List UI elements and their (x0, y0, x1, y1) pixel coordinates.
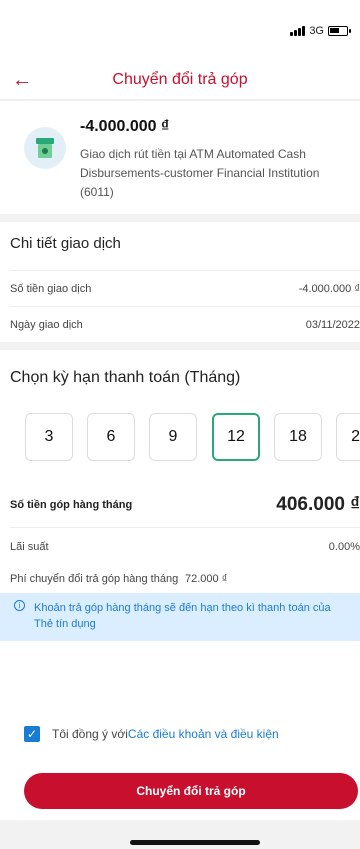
term-options: 3 6 9 12 18 24 (25, 413, 360, 461)
info-icon: i (14, 600, 25, 611)
home-indicator (130, 840, 260, 845)
transaction-description: Giao dịch rút tiền tại ATM Automated Cas… (80, 147, 320, 199)
signal-icon (290, 26, 306, 36)
interest-row: Lãi suất 0.00% (10, 527, 360, 565)
convert-installment-button[interactable]: Chuyển đổi trả góp (24, 773, 358, 809)
network-label: 3G (309, 25, 324, 37)
term-option-18[interactable]: 18 (274, 413, 322, 461)
transaction-summary: -4.000.000 ₫ Giao dịch rút tiền tại ATM … (0, 101, 360, 214)
top-app-bar: ← Chuyển đổi trả góp (0, 60, 360, 100)
checkmark-icon[interactable]: ✓ (24, 726, 40, 742)
term-title: Chọn kỳ hạn thanh toán (Tháng) (10, 369, 241, 386)
atm-icon (24, 127, 66, 169)
details-title: Chi tiết giao dịch (10, 235, 121, 252)
transaction-details: Chi tiết giao dịch Số tiền giao dịch -4.… (0, 222, 360, 342)
battery-icon (328, 26, 351, 36)
term-option-12[interactable]: 12 (212, 413, 260, 461)
date-label: Ngày giao dịch (10, 318, 83, 331)
term-option-24[interactable]: 24 (336, 413, 360, 461)
term-selection: Chọn kỳ hạn thanh toán (Tháng) 3 6 9 12 … (0, 350, 360, 820)
fee-row: Phí chuyển đổi trả góp hàng tháng 72.000… (10, 565, 360, 593)
interest-label: Lãi suất (10, 540, 49, 553)
monthly-payment-value: 406.000 ₫ (276, 494, 360, 515)
monthly-payment-label: Số tiền góp hàng tháng (10, 499, 133, 511)
fee-label: Phí chuyển đổi trả góp hàng tháng (10, 573, 179, 585)
terms-link[interactable]: Các điều khoản và điều kiện (128, 727, 279, 741)
status-bar: 3G (0, 0, 360, 60)
fee-value: 72.000 ₫ (185, 573, 228, 585)
term-option-9[interactable]: 9 (149, 413, 197, 461)
terms-agreement: ✓ Tôi đồng ý với Các điều khoản và điều … (24, 726, 279, 742)
amount-row: Số tiền giao dịch -4.000.000 ₫ (10, 270, 360, 306)
transaction-amount: -4.000.000 ₫ (80, 118, 170, 135)
installment-note-text: Khoản trả góp hàng tháng sẽ đến hạn theo… (34, 602, 331, 630)
installment-note: i Khoản trả góp hàng tháng sẽ đến hạn th… (0, 593, 360, 641)
date-row: Ngày giao dịch 03/11/2022 (10, 306, 360, 342)
interest-value: 0.00% (328, 540, 360, 553)
page-title: Chuyển đổi trả góp (112, 71, 248, 88)
term-option-3[interactable]: 3 (25, 413, 73, 461)
date-value: 03/11/2022 (305, 318, 360, 331)
amount-label: Số tiền giao dịch (10, 282, 92, 295)
status-indicators: 3G (290, 25, 351, 37)
monthly-payment-row: Số tiền góp hàng tháng 406.000 ₫ (10, 483, 360, 527)
amount-value: -4.000.000 ₫ (298, 282, 360, 295)
term-option-6[interactable]: 6 (87, 413, 135, 461)
agree-text: Tôi đồng ý với (52, 727, 128, 741)
